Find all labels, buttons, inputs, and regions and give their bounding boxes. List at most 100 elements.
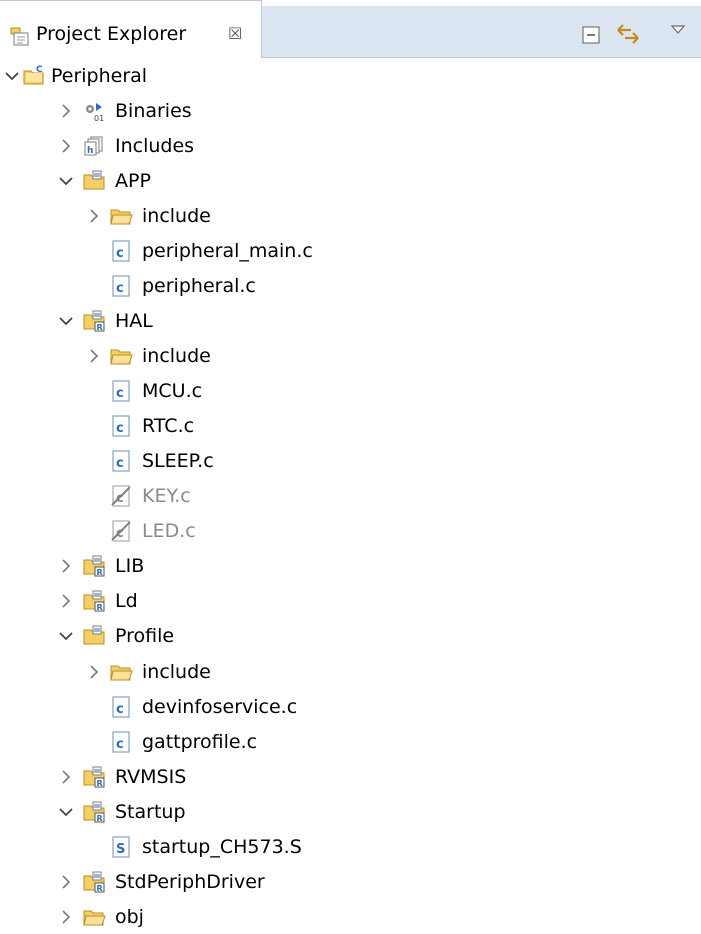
tree-item-label: peripheral_main.c <box>142 240 313 263</box>
chevron-right-icon[interactable] <box>84 662 104 682</box>
tree-item-startup[interactable]: R Startup <box>0 795 701 829</box>
c-file-icon: c <box>109 379 133 403</box>
includes-icon: h <box>82 134 106 158</box>
tree-item-gattprofile-c[interactable]: c gattprofile.c <box>0 725 701 759</box>
tree-item-label: obj <box>115 905 144 928</box>
svg-text:c: c <box>116 281 124 296</box>
c-file-icon: c <box>109 414 133 438</box>
chevron-right-icon[interactable] <box>56 767 76 787</box>
tree-item-mcu-c[interactable]: c MCU.c <box>0 374 701 408</box>
view-menu-icon[interactable] <box>668 20 688 40</box>
tree-item-peripheral-main-c[interactable]: c peripheral_main.c <box>0 234 701 268</box>
linked-source-folder-icon: R <box>82 870 106 894</box>
svg-text:h: h <box>87 146 93 156</box>
view-title: Project Explorer <box>36 23 187 45</box>
tree-item-rvmsis[interactable]: R RVMSIS <box>0 760 701 794</box>
svg-text:c: c <box>116 421 124 436</box>
tree-item-ld[interactable]: R Ld <box>0 584 701 618</box>
tree-item-stdperiphdriver[interactable]: R StdPeriphDriver <box>0 865 701 899</box>
c-file-icon: c <box>109 449 133 473</box>
tree-item-includes[interactable]: h Includes <box>0 129 701 163</box>
chevron-right-icon[interactable] <box>56 907 76 927</box>
svg-text:R: R <box>97 779 103 788</box>
svg-text:c: c <box>116 702 124 717</box>
tree-item-label: Peripheral <box>51 65 148 87</box>
chevron-down-icon[interactable] <box>56 171 76 191</box>
tree-item-led-c[interactable]: c LED.c <box>0 514 701 548</box>
svg-text:R: R <box>97 603 103 612</box>
svg-text:c: c <box>116 456 124 471</box>
tree-item-label: include <box>142 660 211 683</box>
chevron-down-icon[interactable] <box>2 66 22 86</box>
view-header: Project Explorer ☒ <box>0 0 701 60</box>
tree-item-hal[interactable]: R HAL <box>0 304 701 338</box>
linked-source-folder-icon: R <box>82 765 106 789</box>
tree-item-peripheral-c[interactable]: c peripheral.c <box>0 269 701 303</box>
svg-text:R: R <box>97 884 103 893</box>
tree-item-key-c[interactable]: c KEY.c <box>0 479 701 513</box>
tree-item-label: include <box>142 345 211 368</box>
tree-item-label: RVMSIS <box>115 765 187 788</box>
tree-item-rtc-c[interactable]: c RTC.c <box>0 409 701 443</box>
tree-item-app[interactable]: APP <box>0 164 701 198</box>
chevron-right-icon[interactable] <box>56 872 76 892</box>
tree-item-sleep-c[interactable]: c SLEEP.c <box>0 444 701 478</box>
folder-icon <box>109 204 133 228</box>
tree-item-lib[interactable]: R LIB <box>0 549 701 583</box>
tree-item-label: RTC.c <box>142 415 195 438</box>
tree-item-profile[interactable]: Profile <box>0 619 701 653</box>
link-with-editor-icon[interactable] <box>615 22 641 46</box>
folder-icon <box>82 905 106 929</box>
chevron-right-icon[interactable] <box>56 591 76 611</box>
folder-icon <box>109 344 133 368</box>
chevron-right-icon[interactable] <box>84 206 104 226</box>
svg-text:R: R <box>97 323 103 332</box>
tree-item-binaries[interactable]: 01 Binaries <box>0 94 701 128</box>
linked-source-folder-icon: R <box>82 800 106 824</box>
project-explorer-icon <box>10 27 30 47</box>
collapse-all-icon[interactable] <box>580 24 602 46</box>
excluded-file-icon: c <box>109 519 133 543</box>
svg-text:c: c <box>116 386 124 401</box>
linked-source-folder-icon: R <box>82 554 106 578</box>
source-folder-icon <box>82 169 106 193</box>
chevron-down-icon[interactable] <box>56 626 76 646</box>
tree-item-label: Startup <box>115 800 186 823</box>
svg-text:C: C <box>36 65 43 75</box>
chevron-right-icon[interactable] <box>56 556 76 576</box>
tree-item-label: Includes <box>115 135 195 158</box>
svg-text:S: S <box>116 842 125 857</box>
tree-item-include[interactable]: include <box>0 339 701 373</box>
close-icon[interactable]: ☒ <box>228 23 242 45</box>
chevron-down-icon[interactable] <box>56 802 76 822</box>
tree-item-label: MCU.c <box>142 380 203 403</box>
tree-item-devinfoservice-c[interactable]: c devinfoservice.c <box>0 690 701 724</box>
chevron-right-icon[interactable] <box>56 136 76 156</box>
tree-item-label: HAL <box>115 310 153 333</box>
tree-item-startup-ch573-s[interactable]: Sstartup_CH573.S <box>0 830 701 864</box>
chevron-down-icon[interactable] <box>56 311 76 331</box>
tree-item-peripheral[interactable]: C Peripheral <box>0 59 701 93</box>
tree-item-label: Profile <box>115 625 175 648</box>
svg-text:c: c <box>116 246 124 261</box>
c-file-icon: c <box>109 239 133 263</box>
chevron-right-icon[interactable] <box>84 346 104 366</box>
tree-item-label: gattprofile.c <box>142 730 258 753</box>
tree-item-label: SLEEP.c <box>142 450 214 473</box>
c-file-icon: c <box>109 730 133 754</box>
tree-item-label: StdPeriphDriver <box>115 870 265 893</box>
linked-source-folder-icon: R <box>82 309 106 333</box>
tree-item-label: APP <box>115 170 151 193</box>
tab-project-explorer[interactable]: Project Explorer ☒ <box>0 0 262 58</box>
tree-item-include[interactable]: include <box>0 199 701 233</box>
svg-text:c: c <box>116 737 124 752</box>
tree-item-include[interactable]: include <box>0 655 701 689</box>
svg-text:01: 01 <box>94 114 104 123</box>
tree-item-label: peripheral.c <box>142 275 256 298</box>
c-file-icon: c <box>109 695 133 719</box>
chevron-right-icon[interactable] <box>56 101 76 121</box>
binaries-icon: 01 <box>82 99 106 123</box>
svg-text:R: R <box>97 568 103 577</box>
tree-item-obj[interactable]: obj <box>0 900 701 934</box>
linked-source-folder-icon: R <box>82 589 106 613</box>
